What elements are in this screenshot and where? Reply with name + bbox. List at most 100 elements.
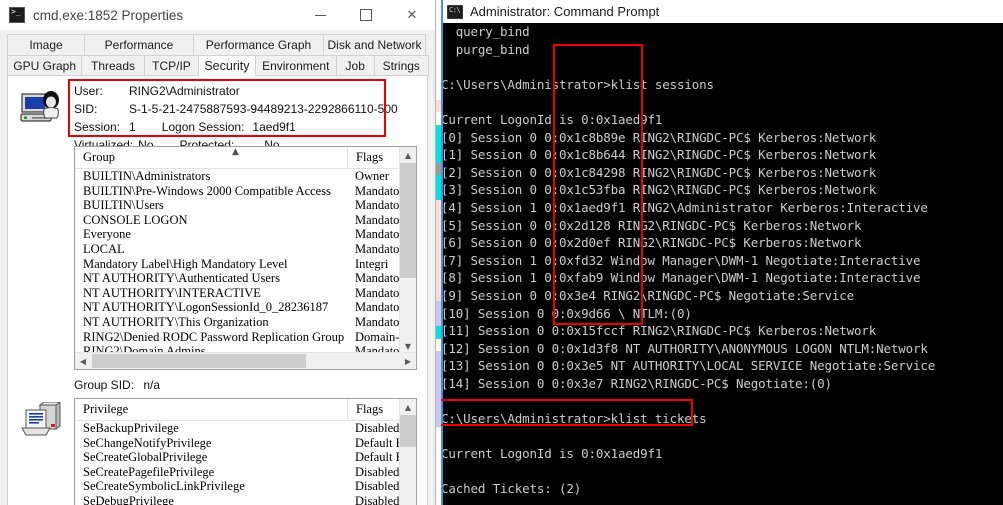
hscroll-thumb[interactable]	[92, 354, 306, 368]
tab-row-1: Image Performance Performance Graph Disk…	[7, 34, 428, 55]
column-header-flags-priv[interactable]: Flags	[347, 399, 402, 420]
column-header-privilege[interactable]: Privilege	[75, 399, 347, 420]
group-name-cell: Mandatory Label\High Mandatory Level	[83, 256, 288, 271]
properties-titlebar[interactable]: cmd.exe:1852 Properties ✕	[0, 0, 435, 30]
scroll-thumb[interactable]	[400, 163, 416, 278]
tab-job[interactable]: Job	[335, 55, 375, 76]
group-sid-value: n/a	[143, 378, 161, 392]
tab-gpu-graph[interactable]: GPU Graph	[7, 55, 83, 76]
column-header-flags[interactable]: Flags	[347, 147, 402, 168]
group-flags-cell: Domain-l	[355, 329, 402, 344]
sid-label: SID:	[74, 102, 98, 116]
table-row[interactable]: NT AUTHORITY\INTERACTIVE Mandato	[75, 286, 416, 301]
close-button[interactable]: ✕	[389, 0, 435, 30]
scroll-up-icon[interactable]: ▲	[400, 147, 416, 163]
properties-window-title: cmd.exe:1852 Properties	[33, 7, 184, 23]
maximize-button[interactable]	[343, 0, 389, 30]
table-row[interactable]: BUILTIN\Administrators Owner	[75, 169, 416, 184]
group-name-cell: NT AUTHORITY\Authenticated Users	[83, 271, 280, 286]
privilege-list-vertical-scrollbar[interactable]: ▲	[399, 399, 416, 505]
session-row: Session: 1 Logon Session: 1aed9f1	[74, 118, 398, 136]
table-row[interactable]: SeBackupPrivilege Disabled	[75, 421, 416, 436]
tab-environment[interactable]: Environment	[254, 55, 337, 76]
scroll-thumb[interactable]	[400, 415, 416, 447]
table-row[interactable]: SeChangeNotifyPrivilege Default En	[75, 436, 416, 451]
table-row[interactable]: SeDebugPrivilege Disabled	[75, 494, 416, 505]
group-flags-cell: Mandato	[355, 271, 400, 286]
table-row[interactable]: Mandatory Label\High Mandatory Level Inte…	[75, 257, 416, 272]
group-list-horizontal-scrollbar[interactable]: ◀ ▶	[75, 352, 416, 369]
tab-strip[interactable]: Image Performance Performance Graph Disk…	[0, 30, 435, 76]
table-row[interactable]: RING2\Denied RODC Password Replication G…	[75, 330, 416, 345]
table-row[interactable]: NT AUTHORITY\LogonSessionId_0_28236187 Ma…	[75, 300, 416, 315]
user-row: User: RING2\Administrator	[74, 82, 398, 100]
privilege-name-cell: SeDebugPrivilege	[83, 493, 174, 505]
group-flags-cell: Mandato	[355, 198, 400, 213]
logon-session-label: Logon Session:	[161, 120, 245, 134]
cmd-output-line: [12] Session 0 0:0x1d3f8 NT AUTHORITY\AN…	[441, 340, 928, 356]
group-flags-cell: Mandato	[355, 212, 400, 227]
cmd-output-line	[441, 498, 1003, 505]
group-list-header[interactable]: Group Flags ▲	[75, 147, 416, 169]
cmd-output-line: [11] Session 0 0:0x15fccf RING2\RINGDC-P…	[441, 323, 877, 339]
console-window-icon	[9, 7, 25, 23]
cmd-titlebar[interactable]: Administrator: Command Prompt	[441, 0, 1003, 23]
group-list-vertical-scrollbar[interactable]: ▲ ▼	[399, 147, 416, 354]
group-flags-cell: Owner	[355, 169, 390, 183]
cmd-output-line: C:\Users\Administrator>klist sessions	[441, 76, 714, 92]
table-row[interactable]: NT AUTHORITY\This Organization Mandato	[75, 315, 416, 330]
privilege-name-cell: SeChangeNotifyPrivilege	[83, 435, 212, 450]
group-name-cell: BUILTIN\Users	[83, 198, 164, 213]
table-row[interactable]: BUILTIN\Pre-Windows 2000 Compatible Acce…	[75, 184, 416, 199]
privilege-flags-cell: Default En	[355, 435, 402, 450]
sid-value: S-1-5-21-2475887593-94489213-2292866110-…	[129, 102, 398, 116]
logon-session-value: 1aed9f1	[252, 120, 296, 134]
tab-performance[interactable]: Performance	[84, 34, 194, 55]
tab-performance-graph[interactable]: Performance Graph	[193, 34, 324, 55]
group-listview[interactable]: Group Flags ▲ BUILTIN\Administrators Owne…	[74, 146, 417, 370]
table-row[interactable]: SeCreatePagefilePrivilege Disabled	[75, 465, 416, 480]
process-properties-window[interactable]: cmd.exe:1852 Properties ✕ Image Performa…	[0, 0, 436, 505]
privilege-list-header[interactable]: Privilege Flags	[75, 399, 416, 421]
cmd-output-line: [1] Session 0 0:0x1c8b644 RING2\RINGDC-P…	[441, 147, 877, 163]
cmd-output-line: Cached Tickets: (2)	[441, 481, 582, 497]
tab-row-2: GPU Graph Threads TCP/IP Security Enviro…	[7, 55, 429, 76]
table-row[interactable]: NT AUTHORITY\Authenticated Users Mandato	[75, 271, 416, 286]
tab-disk-and-network[interactable]: Disk and Network	[323, 34, 426, 55]
table-row[interactable]: SeCreateGlobalPrivilege Default En	[75, 450, 416, 465]
cmd-console-output[interactable]: query_bind purge_bind C:\Users\Administra…	[441, 23, 1003, 505]
tab-tcpip[interactable]: TCP/IP	[143, 55, 200, 76]
table-row[interactable]: LOCAL Mandato	[75, 242, 416, 257]
table-row[interactable]: Everyone Mandato	[75, 227, 416, 242]
table-row[interactable]: SeCreateSymbolicLinkPrivilege Disabled	[75, 479, 416, 494]
group-sid-row: Group SID: n/a	[74, 378, 160, 392]
cmd-output-line: [0] Session 0 0:0x1c8b89e RING2\RINGDC-P…	[441, 129, 877, 145]
cmd-output-line: C:\Users\Administrator>klist tickets	[441, 411, 707, 427]
cmd-output-line: [8] Session 1 0:0xfab9 Window Manager\DW…	[441, 270, 921, 286]
cmd-output-line: [6] Session 0 0:0x2d0ef RING2\RINGDC-PC$…	[441, 235, 862, 251]
privilege-name-cell: SeCreateGlobalPrivilege	[83, 450, 208, 465]
cmd-icon	[447, 4, 463, 19]
user-info-block: User: RING2\Administrator SID: S-1-5-21-…	[74, 82, 398, 154]
user-value: RING2\Administrator	[129, 84, 240, 98]
column-header-group[interactable]: Group	[75, 147, 347, 168]
privilege-listview[interactable]: Privilege Flags SeBackupPrivilege Disable…	[74, 398, 417, 505]
cmd-output-line: [10] Session 0 0:0x9d66 \ NTLM:(0)	[441, 305, 692, 321]
group-name-cell: NT AUTHORITY\LogonSessionId_0_28236187	[83, 300, 329, 315]
scroll-right-icon[interactable]: ▶	[400, 353, 416, 369]
command-prompt-window[interactable]: Administrator: Command Prompt query_bind…	[441, 0, 1003, 505]
table-row[interactable]: CONSOLE LOGON Mandato	[75, 213, 416, 228]
scroll-left-icon[interactable]: ◀	[75, 353, 91, 369]
cmd-output-line: [13] Session 0 0:0x3e5 NT AUTHORITY\LOCA…	[441, 358, 936, 374]
tab-security[interactable]: Security	[198, 55, 256, 76]
group-list-rows: BUILTIN\Administrators Owner BUILTIN\Pre-W…	[75, 169, 416, 369]
tab-strings[interactable]: Strings	[373, 55, 429, 76]
table-row[interactable]: BUILTIN\Users Mandato	[75, 198, 416, 213]
privilege-flags-cell: Disabled	[355, 421, 400, 435]
tab-threads[interactable]: Threads	[81, 55, 145, 76]
sid-row: SID: S-1-5-21-2475887593-94489213-229286…	[74, 100, 398, 118]
tab-image[interactable]: Image	[7, 34, 85, 55]
scroll-up-icon[interactable]: ▲	[400, 399, 416, 415]
minimize-button[interactable]	[297, 0, 343, 30]
group-name-cell: NT AUTHORITY\This Organization	[83, 314, 269, 329]
